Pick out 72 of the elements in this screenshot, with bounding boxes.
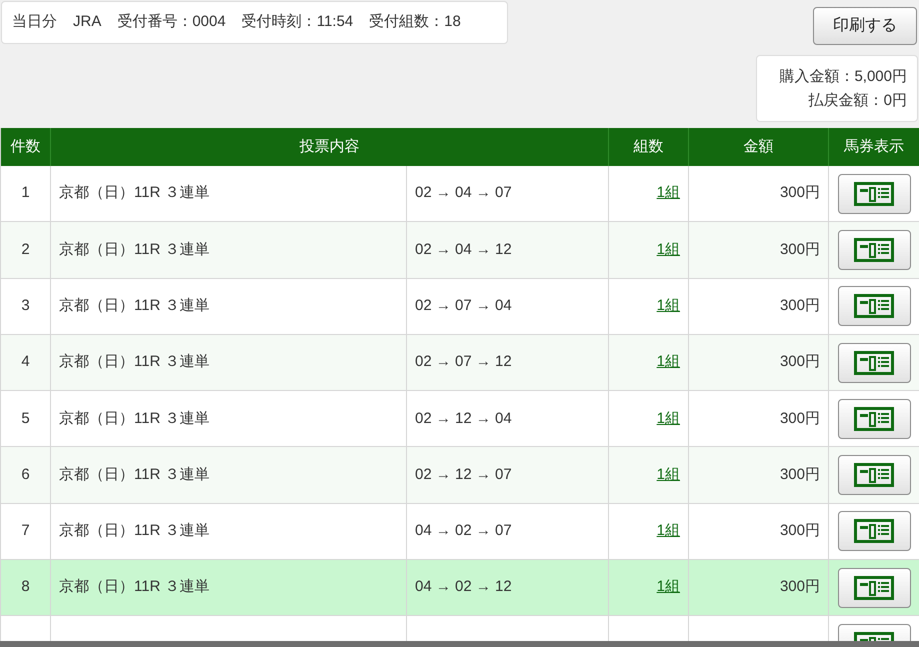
sets-link[interactable]: 1組 [656,520,680,543]
sets-link[interactable]: 1組 [656,464,680,486]
ticket-icon [854,238,894,262]
race-name: 京都（日）11R ３連単 [59,408,210,429]
race-name: 京都（日）11R ３連単 [59,352,210,372]
ticket-view-button[interactable] [838,230,910,270]
race-name: 京都（日）11R ３連単 [59,240,210,260]
row-number: 8 [21,577,30,598]
row-number: 5 [21,408,30,429]
amount: 300円 [780,296,820,316]
ticket-view-button[interactable] [838,174,910,214]
sets-link[interactable]: 1組 [656,294,680,318]
receipt-time: 受付時刻：11:54 [242,12,354,32]
receipt-number: 受付番号：0004 [117,12,226,32]
ticket-icon [854,406,894,431]
bet-combination: 02 → 07 → 04 [415,296,512,316]
ticket-icon [854,294,894,318]
bet-combination: 04 → 02 → 12 [415,577,512,598]
purchase-amount: 購入金額：5,000円 [779,66,907,86]
row-number: 3 [21,296,30,316]
amount: 300円 [780,183,820,204]
ticket-icon [854,350,894,375]
amount: 300円 [780,577,820,598]
organization-label: JRA [73,12,102,32]
race-name: 京都（日）11R ３連単 [59,521,210,542]
payout-amount: 払戻金額：0円 [808,90,907,110]
day-label: 当日分 [12,12,57,32]
amount: 300円 [780,240,820,260]
ticket-view-button[interactable] [838,342,910,383]
table-row[interactable]: 4 京都（日）11R ３連単 02 → 07 → 12 1組 300円 [1,334,919,392]
row-number: 4 [21,352,30,372]
table-row[interactable]: 8 京都（日）11R ３連単 04 → 02 → 12 1組 300円 [1,560,919,616]
ticket-icon [854,182,894,206]
table-row[interactable]: 7 京都（日）11R ３連単 04 → 02 → 07 1組 300円 [1,504,919,560]
amount: 300円 [780,464,820,485]
race-name: 京都（日）11R ３連単 [59,577,210,598]
table-row[interactable]: 3 京都（日）11R ３連単 02 → 07 → 04 1組 300円 [1,278,919,335]
ticket-view-button[interactable] [838,511,910,552]
ticket-icon [854,576,894,600]
race-name: 京都（日）11R ３連単 [59,464,210,485]
race-name: 京都（日）11R ３連単 [59,296,210,316]
sets-link[interactable]: 1組 [656,351,680,374]
receipt-count: 受付組数：18 [369,12,461,32]
row-number: 7 [21,521,30,542]
row-number: 6 [21,464,30,485]
bet-combination: 02 → 12 → 04 [415,408,512,429]
table-row[interactable]: 6 京都（日）11R ３連単 02 → 12 → 07 1組 300円 [1,447,919,504]
ticket-view-button[interactable] [838,455,910,496]
table-row[interactable]: 1 京都（日）11R ３連単 02 → 04 → 07 1組 300円 [1,166,919,222]
sets-link[interactable]: 1組 [656,576,680,599]
amount: 300円 [780,408,820,429]
bet-combination: 02 → 07 → 12 [415,352,512,372]
amount: 300円 [780,352,820,372]
ticket-view-button[interactable] [838,568,910,608]
ticket-view-button[interactable] [838,286,910,326]
race-name: 京都（日）11R ３連単 [59,183,210,204]
row-number: 2 [21,240,30,260]
bet-combination: 02 → 04 → 12 [415,240,512,260]
amount: 300円 [780,521,820,542]
bet-combination: 02 → 12 → 07 [415,464,512,485]
table-row[interactable]: 5 京都（日）11R ３連単 02 → 12 → 04 1組 300円 [1,391,919,448]
sets-link[interactable]: 1組 [656,408,680,430]
bet-combination: 02 → 04 → 07 [415,183,512,204]
ticket-view-button[interactable] [838,398,910,439]
row-number: 1 [21,183,30,204]
print-button[interactable]: 印刷する [813,7,917,45]
sets-link[interactable]: 1組 [656,182,680,205]
sets-link[interactable]: 1組 [656,238,680,262]
bet-combination: 04 → 02 → 07 [415,521,512,542]
table-row[interactable]: 2 京都（日）11R ３連単 02 → 04 → 12 1組 300円 [1,222,919,279]
ticket-icon [854,519,894,544]
ticket-icon [854,463,894,488]
